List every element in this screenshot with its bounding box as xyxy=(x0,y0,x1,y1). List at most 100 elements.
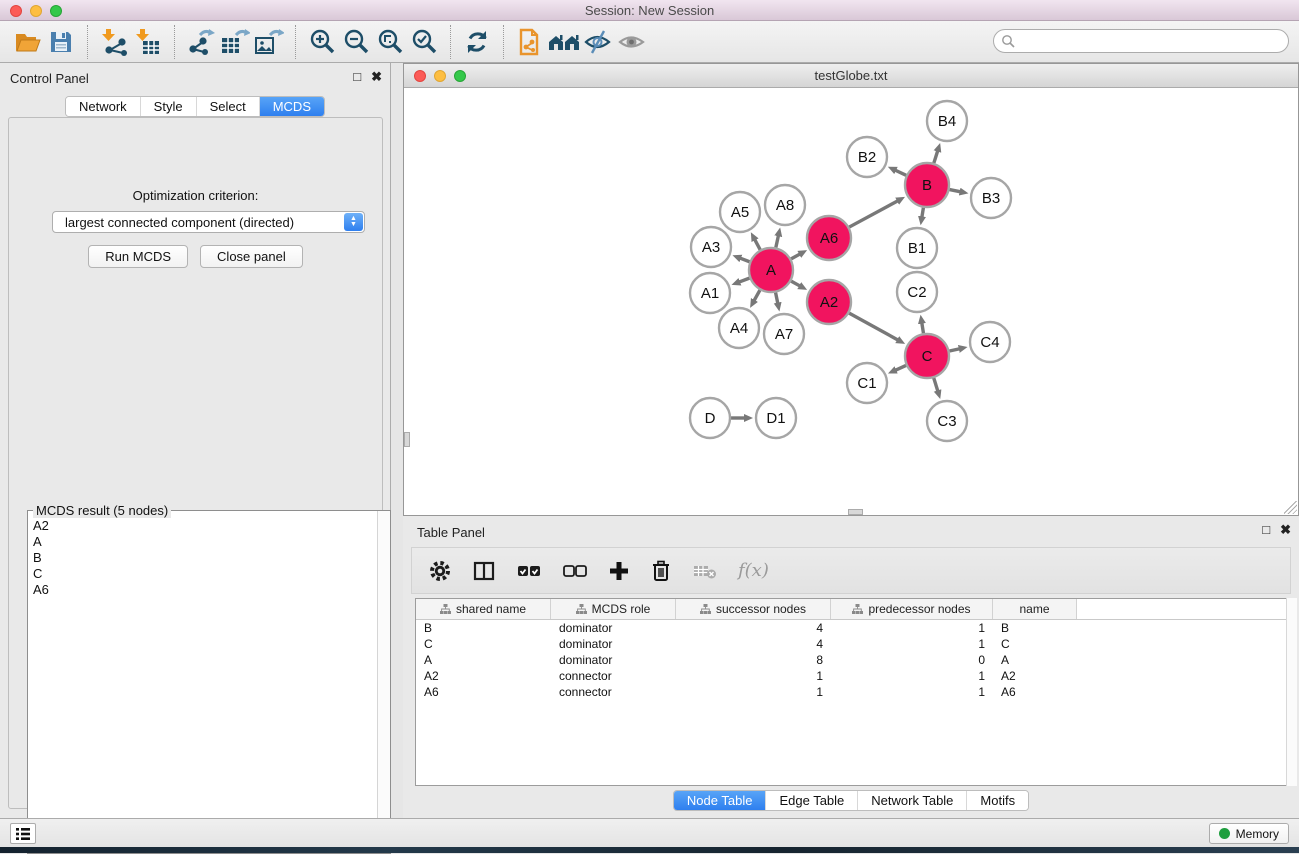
hide-selected-icon[interactable] xyxy=(581,25,615,59)
node-B4[interactable]: B4 xyxy=(927,101,967,141)
cell[interactable]: dominator xyxy=(551,620,676,636)
cell[interactable]: dominator xyxy=(551,636,676,652)
edge-C-C2[interactable] xyxy=(922,323,924,334)
close-table-panel-icon[interactable]: ✖ xyxy=(1280,522,1291,538)
cell[interactable]: B xyxy=(993,620,1077,636)
cell[interactable]: 1 xyxy=(831,636,993,652)
node-C2[interactable]: C2 xyxy=(897,272,937,312)
cell[interactable]: 1 xyxy=(676,668,831,684)
column-header-MCDS-role[interactable]: MCDS role xyxy=(551,599,676,619)
edge-A-A3[interactable] xyxy=(740,258,750,262)
add-column-icon[interactable] xyxy=(608,560,630,582)
node-C[interactable]: C xyxy=(905,334,949,378)
result-list-scrollbar[interactable] xyxy=(377,511,390,853)
edge-C-C3[interactable] xyxy=(934,378,938,391)
close-window-button[interactable] xyxy=(10,5,22,17)
node-A4[interactable]: A4 xyxy=(719,308,759,348)
tab-network[interactable]: Network xyxy=(66,97,140,116)
result-item-b[interactable]: B xyxy=(29,549,376,565)
cell[interactable]: 4 xyxy=(676,636,831,652)
node-B3[interactable]: B3 xyxy=(971,178,1011,218)
float-table-panel-icon[interactable]: □ xyxy=(1262,522,1270,538)
edge-A-A8[interactable] xyxy=(776,235,779,247)
node-A2[interactable]: A2 xyxy=(807,280,851,324)
optimization-criterion-select[interactable]: largest connected component (directed) ▲… xyxy=(52,211,365,233)
column-header-name[interactable]: name xyxy=(993,599,1077,619)
cell[interactable]: A xyxy=(993,652,1077,668)
edge-B-B3[interactable] xyxy=(950,190,961,192)
edge-A-A1[interactable] xyxy=(739,278,749,282)
cell[interactable]: A2 xyxy=(416,668,551,684)
table-row-a6[interactable]: A6connector11A6 xyxy=(416,684,1290,700)
run-mcds-button[interactable]: Run MCDS xyxy=(88,245,188,268)
edge-B-B2[interactable] xyxy=(895,170,906,175)
refresh-layout-icon[interactable] xyxy=(460,25,494,59)
export-network-icon[interactable] xyxy=(184,25,218,59)
tab-select[interactable]: Select xyxy=(196,97,259,116)
node-A8[interactable]: A8 xyxy=(765,185,805,225)
node-B1[interactable]: B1 xyxy=(897,228,937,268)
tab-style[interactable]: Style xyxy=(140,97,196,116)
node-A5[interactable]: A5 xyxy=(720,192,760,232)
cell[interactable]: B xyxy=(416,620,551,636)
deselect-all-icon[interactable] xyxy=(562,560,588,582)
cell[interactable]: A6 xyxy=(993,684,1077,700)
edge-B-B1[interactable] xyxy=(922,208,924,218)
minimize-window-button[interactable] xyxy=(30,5,42,17)
tab-node-table[interactable]: Node Table xyxy=(674,791,766,810)
column-header-shared-name[interactable]: shared name xyxy=(416,599,551,619)
cell[interactable]: C xyxy=(993,636,1077,652)
cell[interactable]: A6 xyxy=(416,684,551,700)
save-session-icon[interactable] xyxy=(44,25,78,59)
result-item-a6[interactable]: A6 xyxy=(29,581,376,597)
horizontal-scroll-nub[interactable] xyxy=(848,509,863,515)
result-item-c[interactable]: C xyxy=(29,565,376,581)
zoom-selected-icon[interactable] xyxy=(407,25,441,59)
node-C4[interactable]: C4 xyxy=(970,322,1010,362)
table-settings-gear-icon[interactable] xyxy=(428,559,452,583)
cell[interactable]: A xyxy=(416,652,551,668)
edge-C-C1[interactable] xyxy=(895,365,906,370)
edge-B-B4[interactable] xyxy=(934,151,938,163)
edge-A-A5[interactable] xyxy=(755,239,761,249)
node-D[interactable]: D xyxy=(690,398,730,438)
task-history-button[interactable] xyxy=(10,823,36,844)
node-C1[interactable]: C1 xyxy=(847,363,887,403)
cell[interactable]: dominator xyxy=(551,652,676,668)
copy-network-icon[interactable] xyxy=(513,25,547,59)
table-row-a[interactable]: Adominator80A xyxy=(416,652,1290,668)
table-row-a2[interactable]: A2connector11A2 xyxy=(416,668,1290,684)
cell[interactable]: C xyxy=(416,636,551,652)
export-table-icon[interactable] xyxy=(218,25,252,59)
edge-A6-B[interactable] xyxy=(849,201,898,227)
open-file-icon[interactable] xyxy=(10,25,44,59)
tab-network-table[interactable]: Network Table xyxy=(857,791,966,810)
node-A7[interactable]: A7 xyxy=(764,314,804,354)
cell[interactable]: 1 xyxy=(831,684,993,700)
zoom-in-icon[interactable] xyxy=(305,25,339,59)
close-panel-icon[interactable]: ✖ xyxy=(371,69,382,85)
network-zoom-button[interactable] xyxy=(454,70,466,82)
node-B[interactable]: B xyxy=(905,163,949,207)
import-table-icon[interactable] xyxy=(131,25,165,59)
node-A6[interactable]: A6 xyxy=(807,216,851,260)
select-all-icon[interactable] xyxy=(516,560,542,582)
memory-button[interactable]: Memory xyxy=(1209,823,1289,844)
column-header-successor-nodes[interactable]: successor nodes xyxy=(676,599,831,619)
float-panel-icon[interactable]: □ xyxy=(353,69,361,85)
network-minimize-button[interactable] xyxy=(434,70,446,82)
export-image-icon[interactable] xyxy=(252,25,286,59)
edge-A-A2[interactable] xyxy=(791,281,800,286)
import-network-icon[interactable] xyxy=(97,25,131,59)
cell[interactable]: 1 xyxy=(831,668,993,684)
delete-column-icon[interactable] xyxy=(650,559,672,583)
show-columns-icon[interactable] xyxy=(472,559,496,583)
tab-mcds[interactable]: MCDS xyxy=(259,97,324,116)
cell[interactable]: connector xyxy=(551,668,676,684)
cell[interactable]: 1 xyxy=(676,684,831,700)
node-B2[interactable]: B2 xyxy=(847,137,887,177)
node-A[interactable]: A xyxy=(749,248,793,292)
cell[interactable]: 4 xyxy=(676,620,831,636)
node-D1[interactable]: D1 xyxy=(756,398,796,438)
zoom-fit-icon[interactable] xyxy=(373,25,407,59)
